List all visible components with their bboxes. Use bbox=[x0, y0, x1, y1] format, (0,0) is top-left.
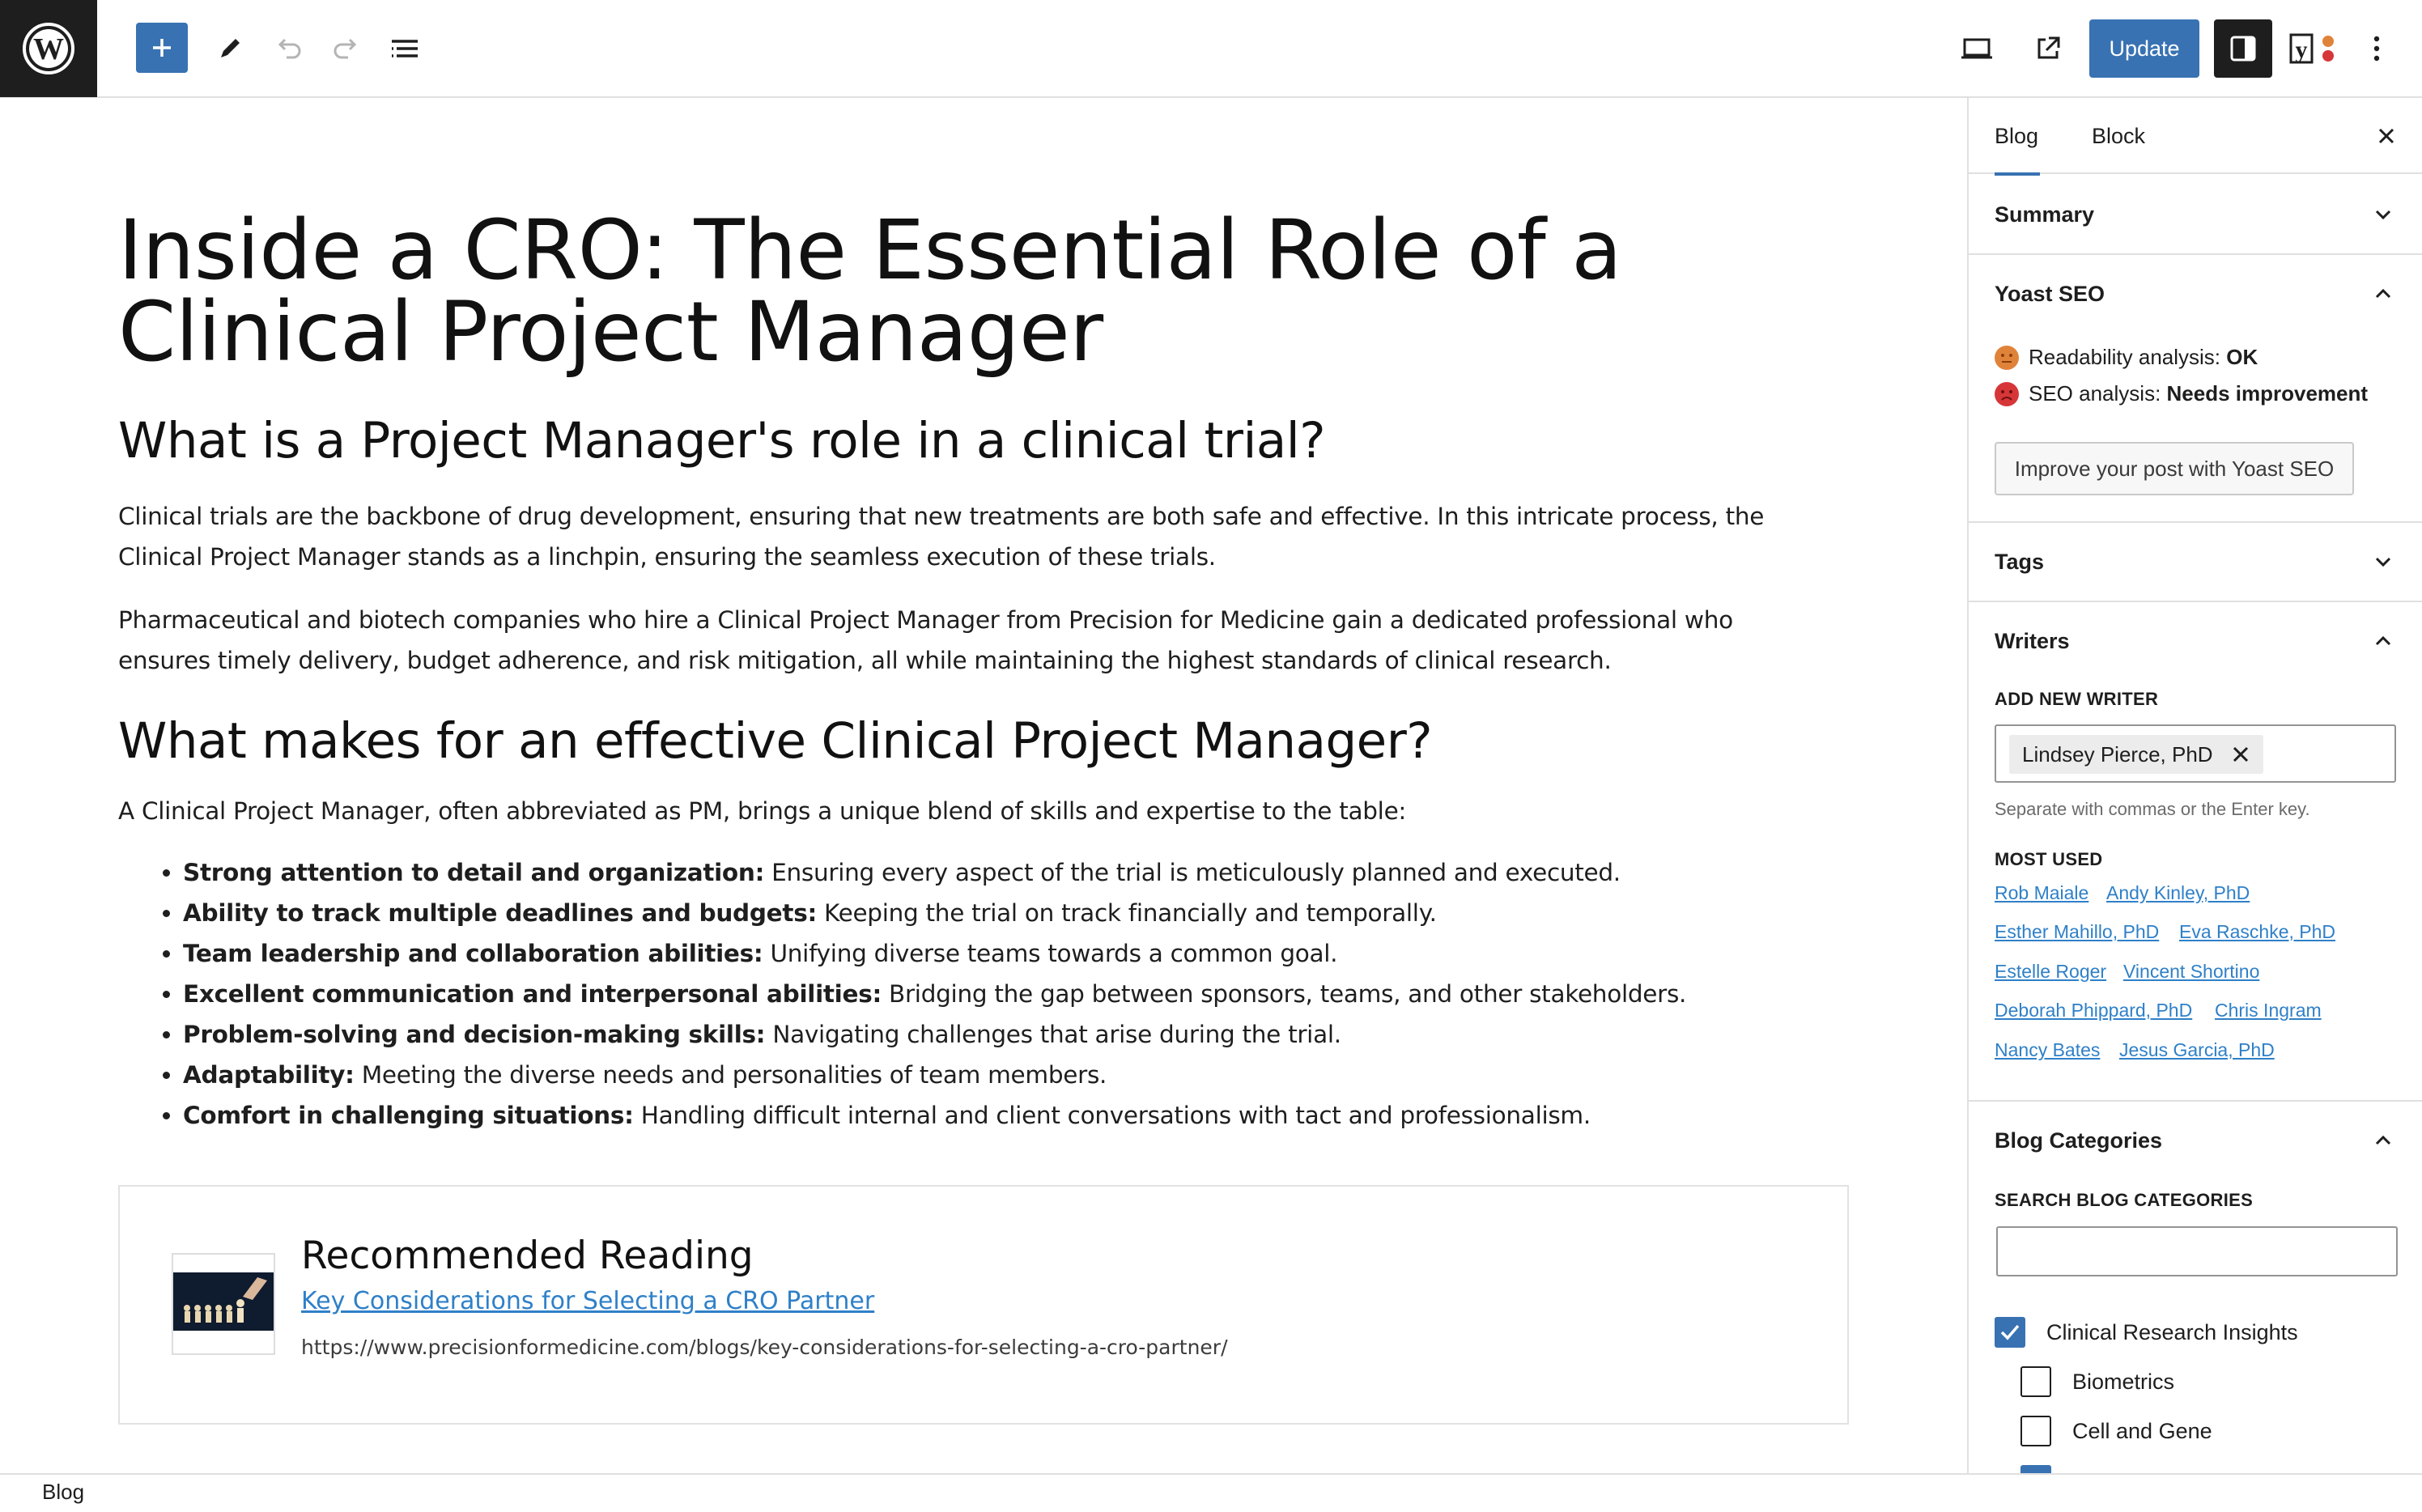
tab-blog[interactable]: Blog bbox=[1995, 98, 2041, 176]
list-item: Comfort in challenging situations: Handl… bbox=[183, 1095, 1818, 1136]
breadcrumb-bar: Blog bbox=[0, 1473, 2422, 1512]
yoast-panel-toggle[interactable]: Yoast SEO bbox=[1969, 255, 2422, 333]
desktop-preview-icon bbox=[1961, 38, 1992, 59]
add-writer-label: ADD NEW WRITER bbox=[1995, 689, 2159, 709]
paragraph-skills-intro[interactable]: A Clinical Project Manager, often abbrev… bbox=[118, 791, 1810, 831]
settings-icon bbox=[2230, 36, 2256, 62]
most-used-writer[interactable]: Vincent Shortino bbox=[2123, 961, 2259, 983]
category-checkbox-cell-and-gene[interactable] bbox=[2020, 1416, 2051, 1446]
more-options-button[interactable] bbox=[2351, 23, 2403, 74]
redo-button[interactable] bbox=[321, 23, 372, 74]
most-used-label: MOST USED bbox=[1995, 849, 2103, 869]
recommended-reading-block[interactable]: Recommended Reading Key Considerations f… bbox=[118, 1185, 1849, 1425]
breadcrumb-item[interactable]: Blog bbox=[42, 1480, 84, 1505]
recommended-thumbnail bbox=[172, 1253, 275, 1355]
tools-button[interactable] bbox=[204, 23, 256, 74]
tags-panel-toggle[interactable]: Tags bbox=[1969, 523, 2422, 601]
list-view-button[interactable] bbox=[379, 23, 431, 74]
skills-list[interactable]: Strong attention to detail and organizat… bbox=[118, 852, 1818, 1136]
undo-icon bbox=[278, 38, 301, 59]
categories-panel-toggle[interactable]: Blog Categories bbox=[1969, 1102, 2422, 1179]
heading-role[interactable]: What is a Project Manager's role in a cl… bbox=[118, 413, 1326, 469]
list-item: Team leadership and collaboration abilit… bbox=[183, 933, 1818, 974]
tab-block[interactable]: Block bbox=[2092, 98, 2145, 174]
writer-token-field[interactable]: Lindsey Pierce, PhD bbox=[1995, 724, 2396, 783]
update-button[interactable]: Update bbox=[2089, 19, 2199, 78]
most-used-writer[interactable]: Deborah Phippard, PhD bbox=[1995, 1000, 2192, 1021]
category-checkbox-partial[interactable] bbox=[2020, 1465, 2051, 1473]
most-used-writer[interactable]: Rob Maiale bbox=[1995, 882, 2088, 904]
paragraph-hire[interactable]: Pharmaceutical and biotech companies who… bbox=[118, 600, 1810, 681]
wordpress-logo[interactable]: W bbox=[0, 0, 97, 97]
most-used-writer[interactable]: Nancy Bates bbox=[1995, 1039, 2100, 1061]
most-used-writer[interactable]: Chris Ingram bbox=[2215, 1000, 2322, 1021]
svg-text:y: y bbox=[2296, 36, 2308, 63]
plus-icon bbox=[153, 39, 171, 57]
category-label: Clinical Research Insights bbox=[2046, 1320, 2298, 1344]
writer-token: Lindsey Pierce, PhD bbox=[2009, 735, 2263, 774]
search-categories-label: SEARCH BLOG CATEGORIES bbox=[1995, 1190, 2254, 1210]
heading-effective[interactable]: What makes for an effective Clinical Pro… bbox=[118, 713, 1433, 770]
most-used-writer[interactable]: Esther Mahillo, PhD bbox=[1995, 921, 2159, 943]
most-used-writer[interactable]: Eva Raschke, PhD bbox=[2179, 921, 2335, 943]
post-title[interactable]: Inside a CRO: The Essential Role of a Cl… bbox=[118, 210, 1867, 374]
most-used-writer[interactable]: Andy Kinley, PhD bbox=[2106, 882, 2250, 904]
remove-token-icon[interactable] bbox=[2231, 745, 2250, 764]
list-item: Problem-solving and decision-making skil… bbox=[183, 1014, 1818, 1055]
search-categories-input[interactable] bbox=[1996, 1226, 2398, 1276]
readability-status: Readability analysis: OK bbox=[1995, 345, 2258, 370]
yoast-button[interactable]: y bbox=[2283, 19, 2341, 78]
seo-status: SEO analysis: Needs improvement bbox=[1995, 381, 2368, 406]
list-item: Strong attention to detail and organizat… bbox=[183, 852, 1818, 893]
chevron-up-icon bbox=[2375, 635, 2391, 646]
sidebar-tabs: Blog Block bbox=[1969, 98, 2422, 176]
recommended-heading: Recommended Reading bbox=[301, 1234, 754, 1278]
category-label: Cell and Gene bbox=[2072, 1419, 2212, 1443]
undo-button[interactable] bbox=[262, 23, 314, 74]
close-icon bbox=[2378, 128, 2394, 144]
writers-panel-toggle[interactable]: Writers bbox=[1969, 602, 2422, 680]
list-item: Adaptability: Meeting the diverse needs … bbox=[183, 1055, 1818, 1095]
category-checkbox-biometrics[interactable] bbox=[2020, 1366, 2051, 1397]
editor-toolbar: W Update y bbox=[0, 0, 2422, 98]
category-label: Biometrics bbox=[2072, 1370, 2175, 1394]
checkmark-icon bbox=[2000, 1324, 2020, 1340]
recommended-url: https://www.precisionformedicine.com/blo… bbox=[301, 1336, 1228, 1359]
list-item: Ability to track multiple deadlines and … bbox=[183, 893, 1818, 933]
category-checkbox-clinical-research-insights[interactable] bbox=[1995, 1317, 2025, 1348]
summary-panel-toggle[interactable]: Summary bbox=[1969, 176, 2422, 253]
settings-toggle-button[interactable] bbox=[2214, 19, 2272, 78]
list-item: Excellent communication and interpersona… bbox=[183, 974, 1818, 1014]
paragraph-intro[interactable]: Clinical trials are the backbone of drug… bbox=[118, 496, 1810, 577]
svg-text:W: W bbox=[33, 32, 64, 66]
neutral-face-icon bbox=[1995, 345, 2019, 370]
recommended-link[interactable]: Key Considerations for Selecting a CRO P… bbox=[301, 1287, 874, 1315]
chevron-up-icon bbox=[2375, 1135, 2391, 1145]
close-sidebar-button[interactable] bbox=[2370, 120, 2403, 152]
chevron-up-icon bbox=[2375, 288, 2391, 299]
yoast-icon: y bbox=[2289, 33, 2334, 64]
most-used-writer[interactable]: Estelle Roger bbox=[1995, 961, 2106, 983]
writer-help-text: Separate with commas or the Enter key. bbox=[1995, 799, 2310, 819]
view-post-button[interactable] bbox=[2022, 23, 2074, 74]
most-used-writer[interactable]: Jesus Garcia, PhD bbox=[2119, 1039, 2275, 1061]
chevron-down-icon bbox=[2375, 557, 2391, 567]
settings-sidebar: Blog Block Summary Yoast SEO Readability… bbox=[1967, 98, 2422, 1473]
yoast-improve-button[interactable]: Improve your post with Yoast SEO bbox=[1995, 442, 2354, 495]
sad-face-icon bbox=[1995, 381, 2019, 406]
pencil-icon bbox=[221, 39, 240, 57]
redo-icon bbox=[334, 38, 357, 59]
more-options-icon bbox=[2373, 36, 2380, 62]
preview-button[interactable] bbox=[1951, 23, 2003, 74]
list-view-icon bbox=[392, 40, 418, 57]
chevron-down-icon bbox=[2375, 210, 2391, 220]
editor-canvas: Inside a CRO: The Essential Role of a Cl… bbox=[0, 98, 1967, 1474]
add-block-button[interactable] bbox=[136, 23, 188, 73]
external-view-icon bbox=[2037, 36, 2060, 59]
